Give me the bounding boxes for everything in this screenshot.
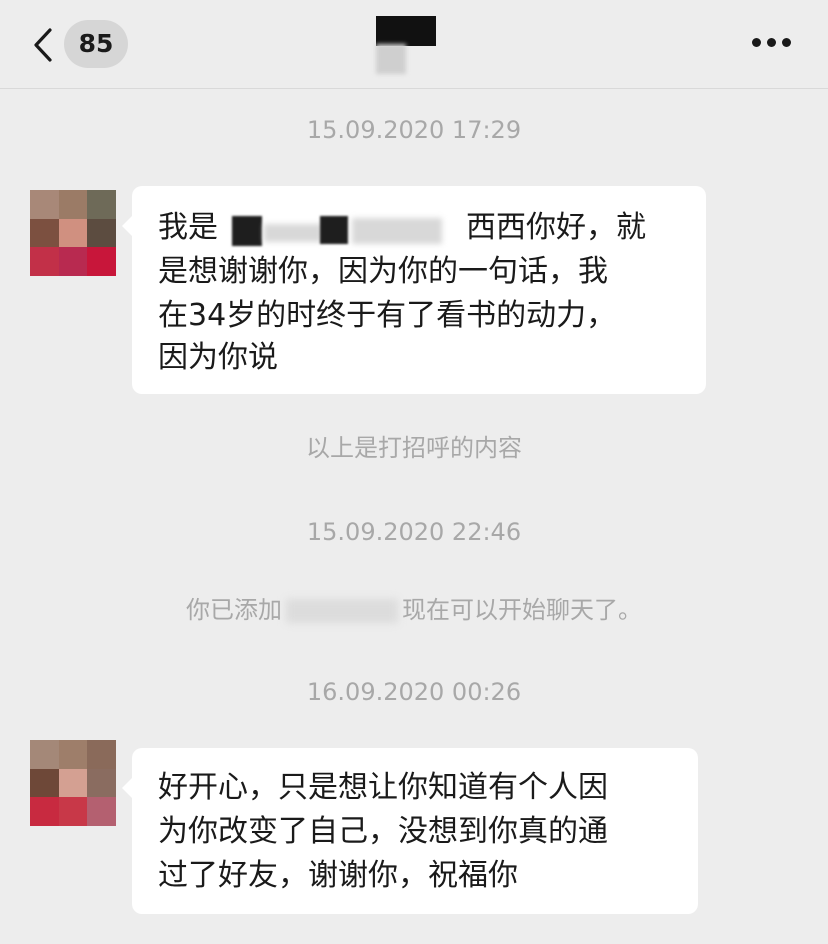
message-text-line: 我是 bbox=[158, 210, 218, 245]
message-bubble[interactable]: 我是 西西你好，就 是想谢谢你，因为你的一句话，我 在34岁的时终于有了看书的动… bbox=[122, 186, 706, 394]
message-timestamp: 15.09.2020 17:29 bbox=[306, 116, 522, 144]
message-bubble[interactable]: 好开心，只是想让你知道有个人因 为你改变了自己，没想到你真的通 过了好友，谢谢你… bbox=[122, 748, 698, 914]
chat-header: 85 bbox=[0, 0, 828, 89]
redaction-blur bbox=[264, 224, 322, 242]
redaction-blur bbox=[352, 218, 442, 244]
message-text-line: 西西你好，就 bbox=[466, 210, 646, 245]
system-message: 以上是打招呼的内容 bbox=[306, 434, 522, 462]
message-timestamp: 16.09.2020 00:26 bbox=[306, 678, 522, 706]
message-text-line: 是想谢谢你，因为你的一句话，我 bbox=[158, 254, 608, 289]
redaction-block bbox=[232, 216, 262, 246]
message-timestamp: 15.09.2020 22:46 bbox=[306, 518, 522, 546]
friend-added-notice: 你已添加 现在可以开始聊天了。 bbox=[186, 596, 642, 624]
message-text-line: 因为你说 bbox=[158, 340, 278, 375]
chevron-left-icon[interactable] bbox=[32, 28, 54, 62]
redacted-contact-name bbox=[376, 16, 436, 74]
message-text-line: 在34岁的时终于有了看书的动力， bbox=[158, 298, 617, 333]
message-text-line: 好开心，只是想让你知道有个人因 bbox=[158, 770, 608, 805]
avatar[interactable] bbox=[30, 190, 116, 276]
avatar[interactable] bbox=[30, 740, 116, 826]
message-text-line: 过了好友，谢谢你，祝福你 bbox=[158, 858, 518, 893]
more-horizontal-icon[interactable] bbox=[752, 38, 792, 50]
unread-count-badge[interactable]: 85 bbox=[64, 20, 128, 68]
redaction-blur bbox=[286, 599, 398, 623]
redaction-block bbox=[320, 216, 348, 244]
message-text-line: 为你改变了自己，没想到你真的通 bbox=[158, 814, 608, 849]
